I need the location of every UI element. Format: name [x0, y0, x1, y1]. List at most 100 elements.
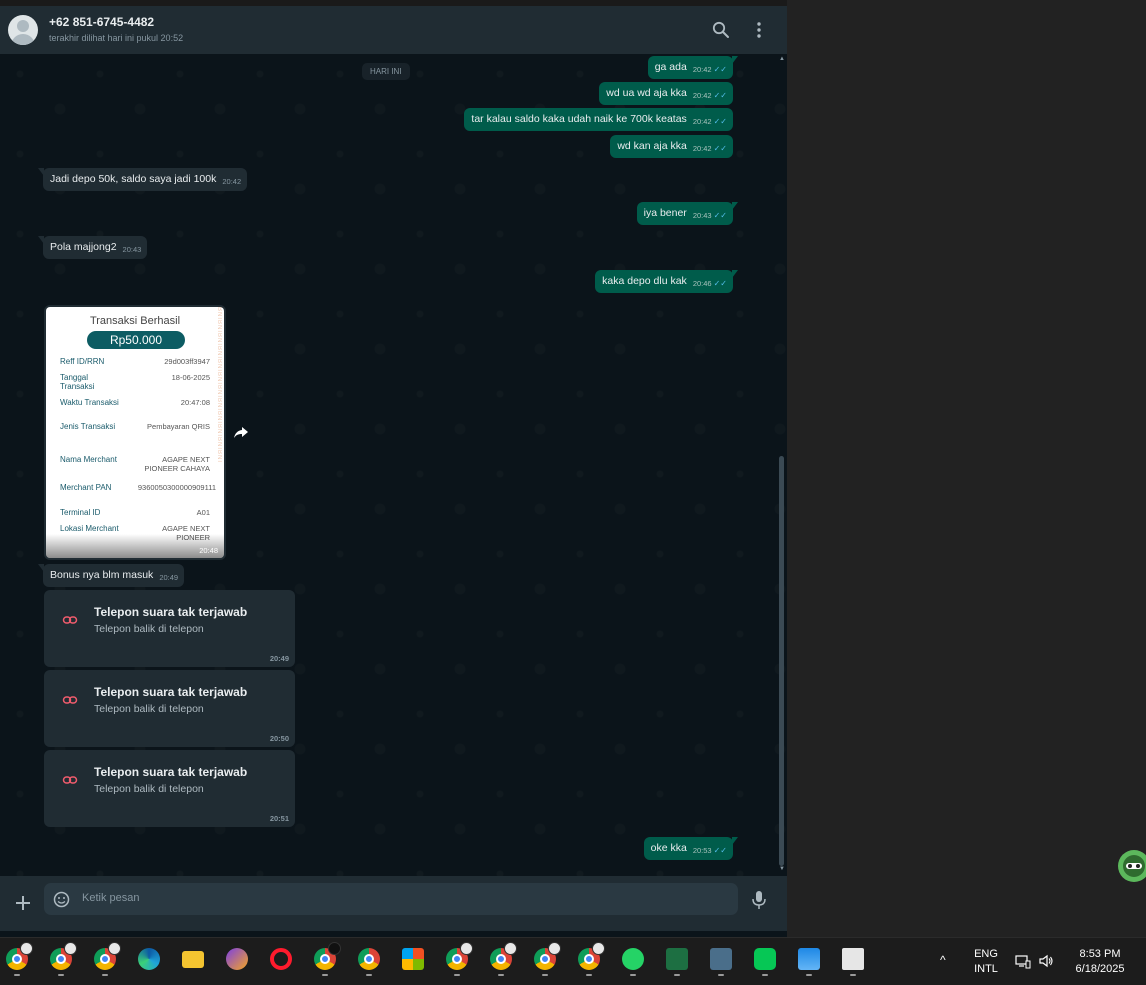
message-incoming[interactable]: Pola majjong2 20:43	[38, 236, 148, 259]
contact-avatar[interactable]	[8, 15, 38, 45]
taskbar-chrome-profile-icon[interactable]	[443, 942, 473, 976]
call-time: 20:49	[269, 654, 289, 663]
message-outgoing[interactable]: tar kalau saldo kaka udah naik ke 700k k…	[464, 108, 733, 131]
photos-icon	[798, 948, 820, 970]
bubble-tail	[38, 168, 44, 176]
message-text: kaka depo dlu kak	[602, 275, 687, 287]
vpn-shield-icon	[226, 948, 248, 970]
search-icon[interactable]	[711, 20, 731, 40]
whatsapp-icon	[622, 948, 644, 970]
receipt-value: 20:47:08	[180, 398, 210, 407]
taskbar-opera-icon[interactable]	[267, 946, 295, 976]
taskbar-chrome-new-icon[interactable]	[47, 942, 77, 976]
scroll-up-arrow-icon[interactable]: ▲	[779, 56, 785, 62]
taskbar-notepad-icon[interactable]	[839, 946, 867, 976]
message-outgoing[interactable]: iya bener 20:43 ✓✓	[636, 202, 738, 225]
receipt-value: A01	[196, 508, 210, 517]
message-text: iya bener	[643, 207, 687, 219]
call-subtitle: Telepon balik di telepon	[94, 783, 204, 795]
taskbar-chrome-profile-icon[interactable]	[575, 942, 605, 976]
chat-scrollbar[interactable]: ▲ ▼	[776, 54, 785, 876]
message-outgoing[interactable]: kaka depo dlu kak 20:46 ✓✓	[595, 270, 738, 293]
message-outgoing[interactable]: ga ada 20:42 ✓✓	[647, 56, 738, 79]
taskbar-excel-icon[interactable]	[663, 946, 691, 976]
taskbar-vpn-icon[interactable]	[223, 946, 251, 976]
notepad-icon	[842, 948, 864, 970]
message-text: Jadi depo 50k, saldo saya jadi 100k	[50, 173, 217, 185]
missed-call-card[interactable]: Telepon suara tak terjawab Telepon balik…	[44, 590, 295, 667]
microsoft-store-icon	[402, 948, 424, 970]
message-time: 20:48	[199, 546, 218, 555]
running-indicator	[102, 974, 108, 976]
message-incoming[interactable]: Bonus nya blm masuk 20:49	[38, 564, 185, 587]
taskbar-edge-icon[interactable]	[135, 946, 163, 976]
taskbar-line-icon[interactable]	[751, 946, 779, 976]
scrollbar-thumb[interactable]	[779, 456, 784, 866]
scroll-down-arrow-icon[interactable]: ▼	[779, 866, 785, 872]
message-outgoing[interactable]: wd kan aja kka 20:42 ✓✓	[610, 135, 733, 158]
language-code: ENG	[974, 948, 998, 960]
taskbar-chrome-profile-icon[interactable]	[487, 942, 517, 976]
running-indicator	[542, 974, 548, 976]
taskbar-chrome-profile-icon[interactable]	[311, 942, 341, 976]
taskbar-whatsapp-icon[interactable]	[619, 946, 647, 976]
message-text: Bonus nya blm masuk	[50, 569, 154, 581]
message-time: 20:42	[692, 117, 712, 126]
mail-icon	[710, 948, 732, 970]
message-outgoing[interactable]: wd ua wd aja kka 20:42 ✓✓	[599, 82, 733, 105]
message-input[interactable]: Ketik pesan	[44, 883, 738, 915]
read-ticks-icon: ✓✓	[713, 117, 727, 126]
folder-icon	[182, 951, 204, 968]
attach-plus-icon[interactable]	[14, 894, 32, 912]
receipt-image[interactable]: Transaksi Berhasil Rp50.000 Reff ID/RRN …	[46, 307, 224, 558]
taskbar-photos-icon[interactable]	[795, 946, 823, 976]
call-title: Telepon suara tak terjawab	[94, 685, 248, 699]
taskbar-mail-icon[interactable]	[707, 946, 735, 976]
desktop-widget-icon[interactable]	[1112, 846, 1146, 886]
missed-call-card[interactable]: Telepon suara tak terjawab Telepon balik…	[44, 750, 295, 827]
missed-call-card[interactable]: Telepon suara tak terjawab Telepon balik…	[44, 670, 295, 747]
call-subtitle: Telepon balik di telepon	[94, 623, 204, 635]
message-outgoing[interactable]: oke kka 20:53 ✓✓	[643, 837, 738, 860]
message-time: 20:42	[222, 177, 242, 186]
message-list[interactable]: HARI INI ga ada 20:42 ✓✓ wd ua wd aja kka 2…	[0, 54, 787, 876]
profile-badge	[108, 942, 121, 955]
taskbar-file-explorer-icon[interactable]	[179, 946, 207, 976]
receipt-label: Nama Merchant	[60, 455, 117, 464]
contact-name[interactable]: +62 851-6745-4482	[49, 15, 154, 29]
volume-icon[interactable]	[1038, 953, 1054, 969]
taskbar-chrome-profile-icon[interactable]	[531, 942, 561, 976]
network-icon[interactable]	[1015, 953, 1031, 969]
tray-overflow-chevron-icon[interactable]: ^	[940, 953, 946, 968]
message-text: Pola majjong2	[50, 241, 117, 253]
message-time: 20:42	[692, 144, 712, 153]
microphone-icon[interactable]	[750, 890, 768, 910]
language-indicator[interactable]: ENG INTL	[968, 947, 1004, 977]
avatar-head-shape	[17, 20, 29, 32]
running-indicator	[630, 974, 636, 976]
message-composer: Ketik pesan	[0, 876, 787, 931]
image-message[interactable]: Transaksi Berhasil Rp50.000 Reff ID/RRN …	[44, 305, 226, 560]
message-time: 20:43	[692, 211, 712, 220]
desktop-background	[787, 0, 1146, 937]
running-indicator	[322, 974, 328, 976]
message-time: 20:42	[692, 65, 712, 74]
taskbar-chrome-profile-icon[interactable]	[3, 942, 33, 976]
menu-kebab-icon[interactable]	[749, 20, 769, 40]
sticker-emoji-icon[interactable]	[53, 891, 70, 908]
profile-badge	[548, 942, 561, 955]
taskbar-chrome-profile-icon[interactable]	[91, 942, 121, 976]
message-incoming[interactable]: Jadi depo 50k, saldo saya jadi 100k 20:42	[38, 168, 248, 191]
keyboard-layout: INTL	[974, 963, 998, 975]
bubble-tail	[38, 236, 44, 244]
message-text: ga ada	[654, 61, 687, 73]
line-icon	[754, 948, 776, 970]
taskbar-chrome-icon[interactable]	[355, 946, 383, 976]
read-ticks-icon: ✓✓	[713, 846, 727, 855]
call-subtitle: Telepon balik di telepon	[94, 703, 204, 715]
forward-icon[interactable]	[232, 423, 250, 441]
taskbar-store-icon[interactable]	[399, 946, 427, 976]
chat-header[interactable]: +62 851-6745-4482 terakhir dilihat hari …	[0, 6, 787, 54]
receipt-value: AGAPE NEXT PIONEER CAHAYA	[144, 455, 210, 473]
clock[interactable]: 8:53 PM 6/18/2025	[1066, 947, 1134, 977]
